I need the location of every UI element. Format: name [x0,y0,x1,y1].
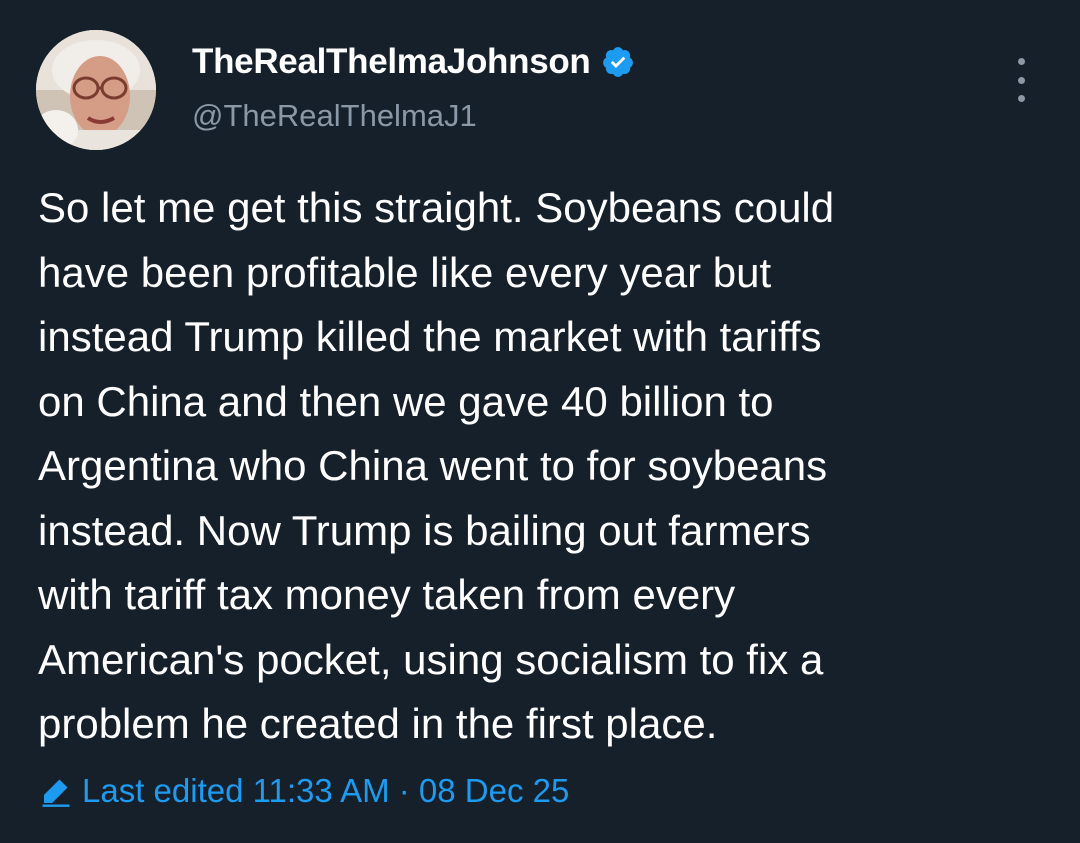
edit-history-link[interactable]: Last edited 11:33 AM · 08 Dec 25 [38,772,569,810]
avatar[interactable] [36,30,156,150]
display-name[interactable]: TheRealThelmaJohnson [192,42,591,82]
tweet-line: Argentina who China went to for soybeans [38,442,828,489]
pencil-icon [38,773,74,809]
tweet-line: So let me get this straight. Soybeans co… [38,184,835,231]
tweet-text: So let me get this straight. Soybeans co… [38,176,1048,757]
dot [1017,95,1025,102]
verified-badge-icon [601,45,635,79]
tweet-line: instead Trump killed the market with tar… [38,313,822,360]
tweet-line: with tariff tax money taken from every [38,571,736,618]
tweet-line: instead. Now Trump is bailing out farmer… [38,506,811,554]
more-vertical-icon[interactable] [1005,58,1037,102]
user-handle[interactable]: @TheRealThelmaJ1 [192,98,477,134]
tweet-card: TheRealThelmaJohnson @TheRealThelmaJ1 So… [0,0,1080,843]
edited-timestamp: Last edited 11:33 AM · 08 Dec 25 [82,772,570,809]
tweet-line: American's pocket, using socialism to fi… [38,635,824,683]
dot [1017,58,1025,65]
dot [1017,76,1025,84]
tweet-line: have been profitable like every year but [38,248,772,296]
avatar-image [36,30,156,150]
tweet-line: on China and then we gave 40 billion to [38,377,774,425]
author-name-row: TheRealThelmaJohnson [192,42,635,82]
tweet-line: problem he created in the first place. [38,700,718,747]
